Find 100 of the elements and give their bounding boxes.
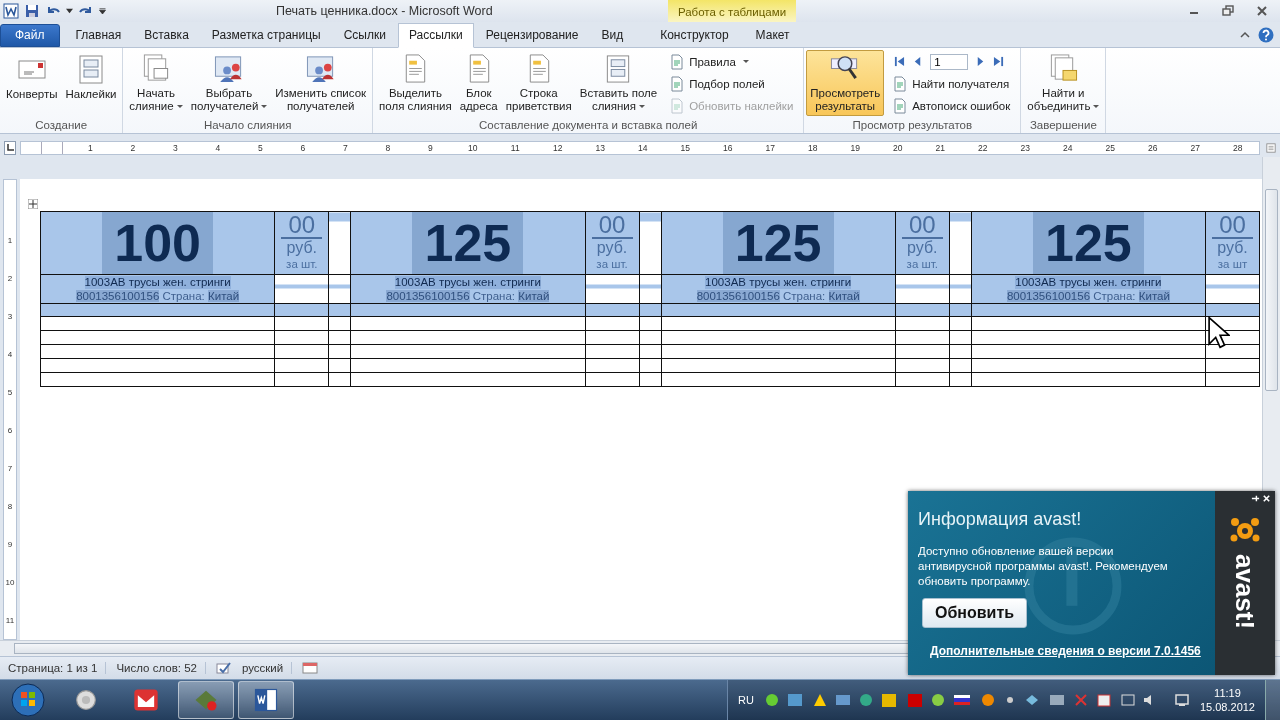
ribbon-tab[interactable]: Вставка [133,23,200,47]
ribbon-button[interactable]: Автопоиск ошибок [890,95,1013,116]
barcode-number: 8001356100156 [1006,290,1091,303]
country-name: Китай [1138,290,1170,303]
document-icon [892,75,909,92]
clock-time[interactable]: 11:19 [1214,686,1241,700]
ribbon-tab[interactable]: Разметка страницы [200,23,332,47]
ruler-number: 10 [4,577,16,590]
country-name: Китай [828,290,860,303]
word-logo-icon[interactable] [3,2,19,19]
collapse-ribbon-icon[interactable] [1240,30,1250,39]
ribbon-button[interactable]: Правила [667,51,796,72]
ribbon-button[interactable]: Найти и объединить [1023,49,1104,116]
ruler-number: 5 [6,387,14,400]
ribbon-button[interactable]: Начать слияние [125,49,187,116]
kopecks-text: 00 [281,212,323,240]
document-icon [669,53,686,70]
group-label: Начало слияния [203,118,293,133]
ribbon-tab[interactable]: Файл [0,23,60,47]
notification-title: Информация avast! [918,509,1082,530]
unit-text: за шт [1216,257,1249,272]
ribbon-button[interactable]: Наклейки [61,49,121,116]
page-count[interactable]: Страница: 1 из 1 [8,662,107,675]
macro-icon[interactable] [302,661,319,676]
currency-text: руб. [1216,239,1249,258]
ruler-number: 3 [6,311,14,324]
window-title: Печать ценника.docx - Microsoft Word [276,3,494,18]
unit-text: за шт. [595,257,629,272]
help-icon[interactable] [1258,26,1274,43]
group-label: Составление документа и вставка полей [478,118,699,133]
kopecks-text: 00 [591,212,633,240]
ribbon-tab[interactable]: Вид [590,23,635,47]
kopecks-text: 00 [901,212,943,240]
table-move-handle-icon[interactable] [28,199,38,210]
ribbon-button[interactable]: Изменить список получателей [271,49,371,116]
record-number-field[interactable]: 1 [930,53,969,70]
show-desktop-button[interactable] [1265,680,1280,720]
ribbon-tab[interactable]: Главная [64,23,133,47]
ribbon-button[interactable]: Блок адреса [455,49,502,116]
pin-icon[interactable] [1251,494,1260,503]
country-name: Китай [208,290,240,303]
vertical-ruler[interactable]: 1 2 3 4 5 6 7 8 9 10 11 [3,179,17,641]
price-text: 125 [412,212,524,275]
price-text: 125 [1033,212,1144,275]
logo-text: avast! [1229,553,1261,630]
close-icon[interactable] [1256,4,1268,17]
start-button-icon[interactable] [10,682,46,718]
ribbon-tab[interactable]: Рецензирование [474,23,590,47]
country-label: Страна: [162,290,205,303]
ribbon-tab[interactable]: Ссылки [332,23,397,47]
country-name: Китай [518,290,550,303]
currency-text: руб. [595,239,629,258]
ribbon-tab[interactable]: Макет [742,23,803,47]
ribbon-button[interactable]: Строка приветствия [501,49,576,116]
ribbon-button[interactable]: Вставить поле слияния [575,49,662,116]
document-icon [892,97,909,114]
barcode-number: 8001356100156 [386,290,470,303]
currency-text: руб. [906,239,939,258]
ribbon-button[interactable]: Выделить поля слияния [375,49,456,116]
word-document-icon[interactable] [252,686,280,714]
country-label: Страна: [1093,290,1136,303]
word-count[interactable]: Число слов: 52 [116,662,206,675]
barcode-number: 8001356100156 [696,290,780,303]
ribbon-button[interactable]: Конверты [2,49,62,116]
caret-icon[interactable] [66,7,73,14]
notification-message: Доступно обновление вашей версии антивирусной программы avast!. Рекомендуем обновить программу. [918,544,1169,589]
language-indicator[interactable]: русский [241,662,293,675]
ruler-number: 9 [6,539,14,552]
last-record-icon[interactable] [993,56,1005,67]
restore-icon[interactable] [1222,4,1234,17]
product-name: 1003АВ трусы жен. стринги [394,276,541,290]
document-icon [669,97,686,114]
ruler-number: 1 [6,235,14,248]
ruler-number: 2 [6,273,14,286]
country-label: Страна: [783,290,826,303]
horizontal-ruler[interactable]: 1 2 3 4 5 6 7 8 9 10 11 12 13 14 15 16 17 18 19 20 21 22 23 24 25 26 27 28 [20,141,1260,156]
taskbar-app-button[interactable] [238,681,294,719]
ribbon-button[interactable]: Просмотреть результаты [806,49,885,116]
ribbon-button[interactable]: Подбор полей [667,73,796,94]
kopecks-text: 00 [1212,212,1253,240]
customize-menu-icon[interactable] [99,7,106,14]
version-details-link[interactable]: Дополнительные сведения о версии 7.0.1456 [930,644,1201,658]
clock-date[interactable]: 15.08.2012 [1199,700,1255,714]
update-button[interactable]: Обновить [922,598,1028,628]
currency-text: руб. [285,239,318,258]
product-name: 1003АВ трусы жен. стринги [1015,276,1162,290]
input-language-indicator[interactable]: RU [738,694,754,706]
save-icon[interactable] [24,2,40,19]
proofing-icon[interactable] [215,661,232,676]
ribbon-button[interactable]: Найти получателя [890,73,1013,94]
product-name: 1003АВ трусы жен. стринги [705,276,852,290]
group-label: Завершение [1028,118,1098,133]
price-text: 100 [102,212,213,275]
ribbon-tab[interactable]: Рассылки [397,22,474,48]
ribbon-button[interactable]: Выбрать получателей [186,49,272,116]
unit-text: за шт. [905,257,939,272]
network-icon[interactable] [1173,692,1190,708]
ribbon-tab[interactable]: Конструктор [647,23,742,47]
first-record-icon[interactable] [894,56,906,67]
mouse-pointer-icon [1208,316,1230,350]
